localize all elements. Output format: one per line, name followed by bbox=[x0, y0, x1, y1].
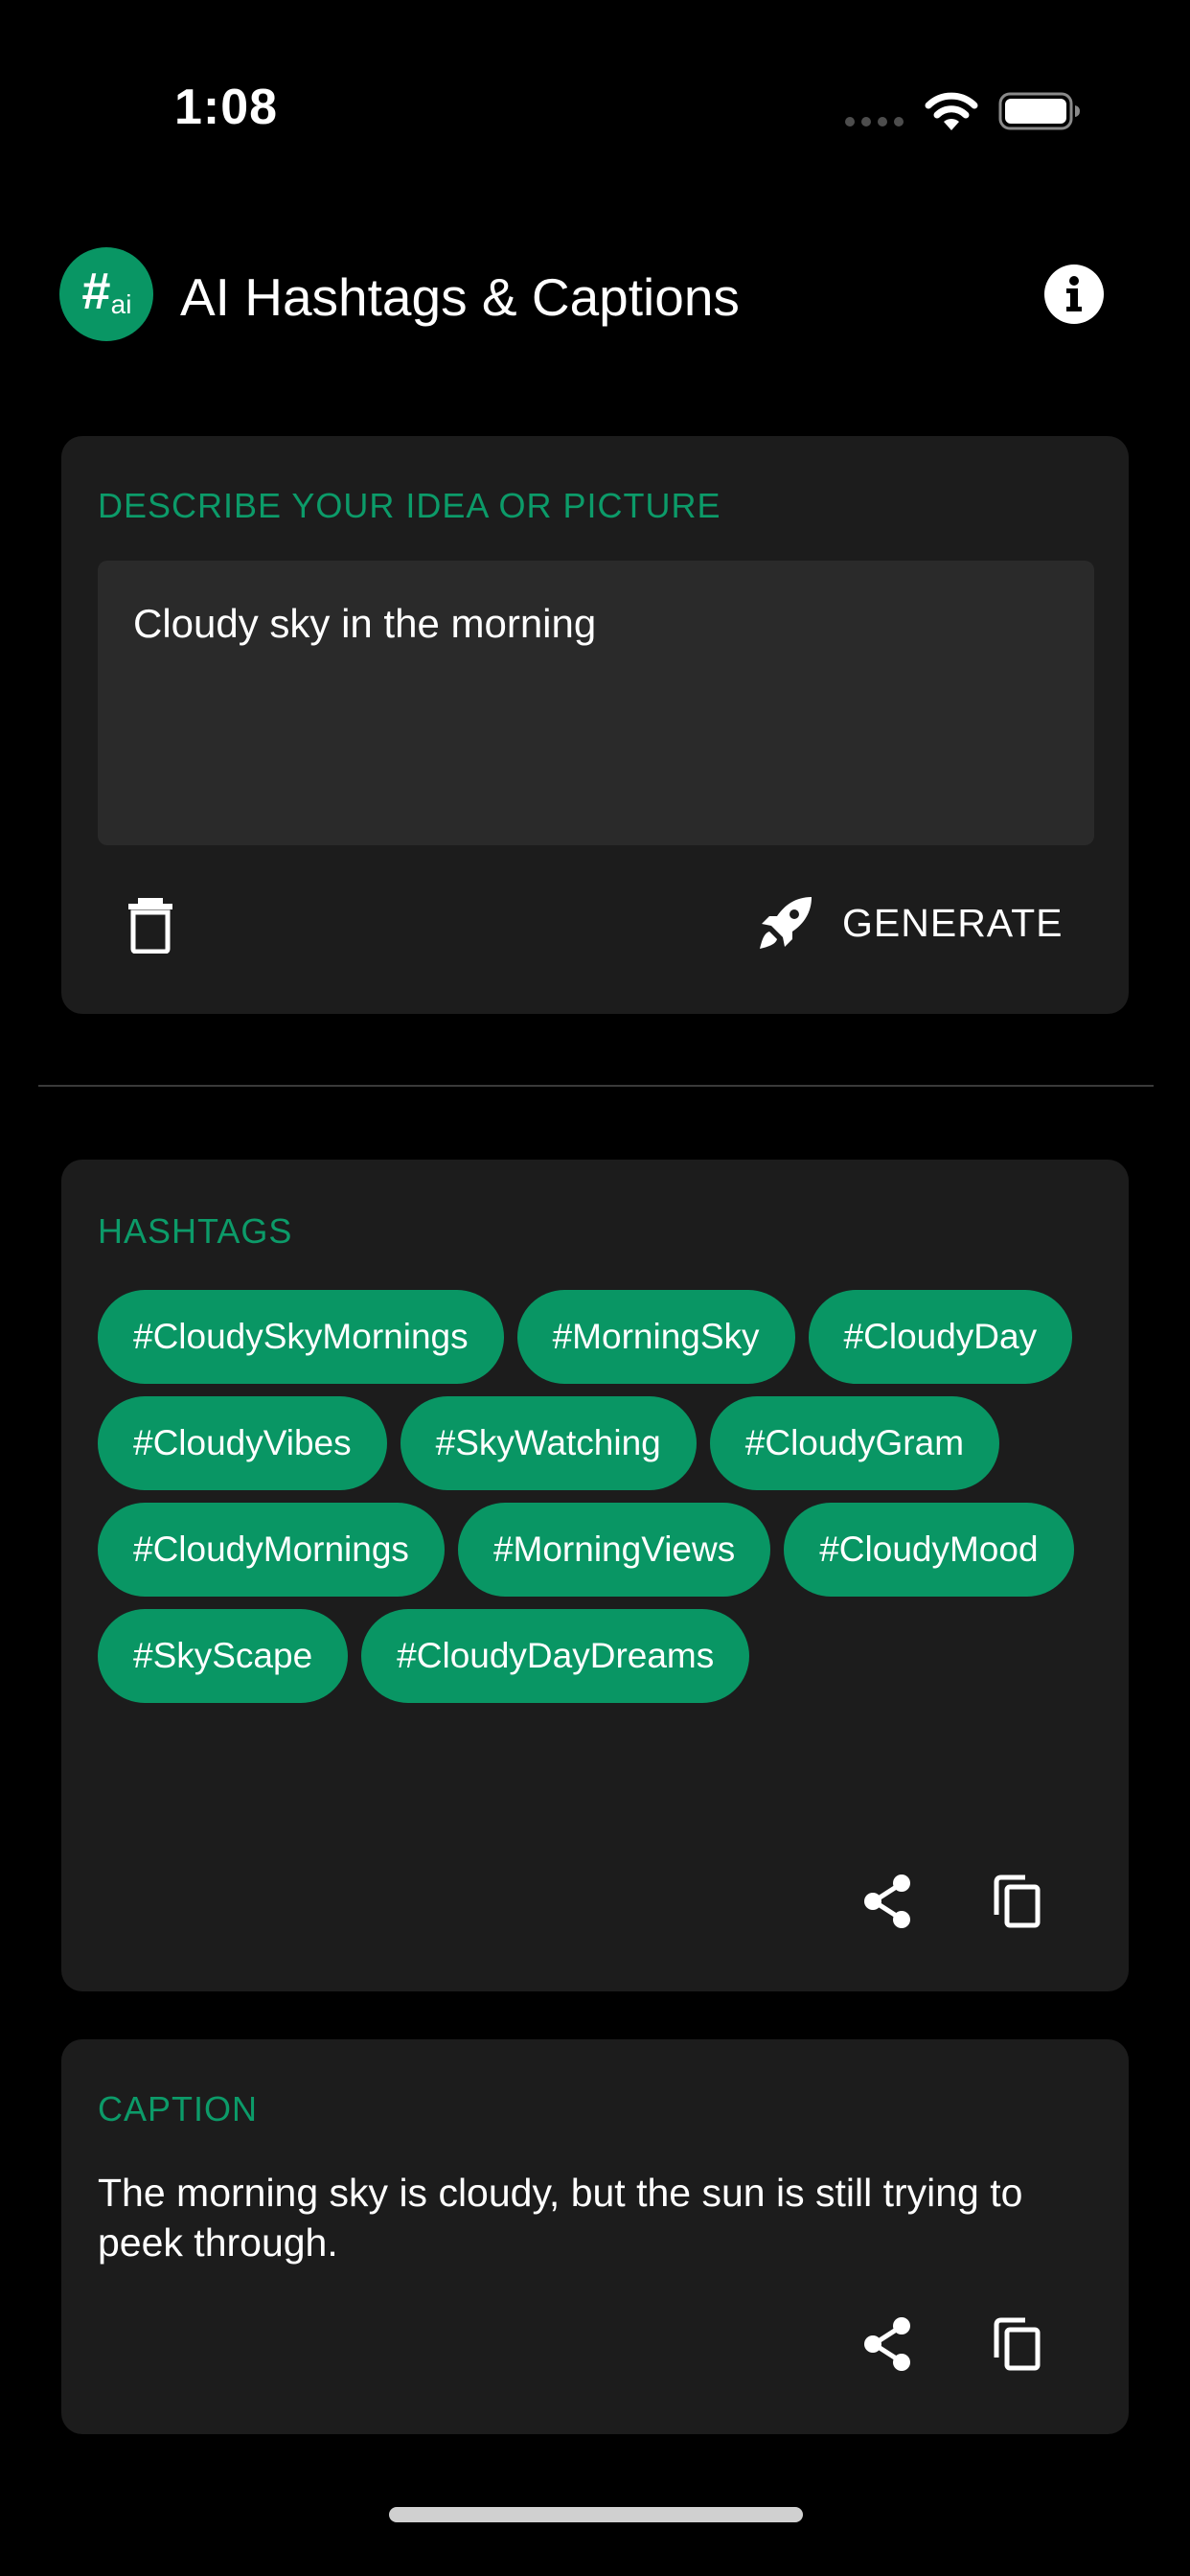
share-icon bbox=[864, 1874, 910, 1928]
hashtag-chip[interactable]: #SkyWatching bbox=[400, 1396, 697, 1490]
divider bbox=[38, 1085, 1154, 1087]
page-title: AI Hashtags & Captions bbox=[180, 267, 740, 327]
logo-hash: # bbox=[80, 263, 110, 320]
status-bar: 1:08 bbox=[0, 0, 1190, 144]
info-icon bbox=[1066, 276, 1082, 311]
info-button[interactable] bbox=[1044, 264, 1104, 324]
share-caption-button[interactable] bbox=[855, 2312, 920, 2377]
hashtag-chip[interactable]: #CloudyGram bbox=[709, 1396, 1000, 1490]
hashtag-chip[interactable]: #CloudyDay bbox=[808, 1290, 1073, 1384]
generate-label: GENERATE bbox=[842, 900, 1064, 945]
hashtag-list: #CloudySkyMornings #MorningSky #CloudyDa… bbox=[98, 1290, 1094, 1703]
battery-icon bbox=[998, 92, 1080, 130]
hashtag-chip[interactable]: #SkyScape bbox=[98, 1609, 349, 1703]
copy-icon bbox=[994, 2317, 1041, 2371]
home-indicator[interactable] bbox=[389, 2507, 803, 2522]
idea-input-label: DESCRIBE YOUR IDEA OR PICTURE bbox=[98, 486, 721, 525]
caption-text: The morning sky is cloudy, but the sun i… bbox=[98, 2171, 1023, 2265]
rocket-icon bbox=[760, 897, 812, 949]
hashtag-chip[interactable]: #CloudyDayDreams bbox=[361, 1609, 750, 1703]
trash-icon bbox=[128, 898, 172, 954]
cellular-signal-icon bbox=[845, 117, 904, 126]
copy-hashtags-button[interactable] bbox=[985, 1869, 1050, 1934]
share-icon bbox=[864, 2317, 910, 2371]
app-logo: # ai bbox=[59, 247, 153, 341]
delete-button[interactable] bbox=[125, 896, 176, 954]
generate-button[interactable]: GENERATE bbox=[758, 886, 1064, 959]
hashtag-chip[interactable]: #MorningSky bbox=[516, 1290, 795, 1384]
wifi-icon bbox=[925, 92, 978, 130]
hashtag-chip[interactable]: #CloudyMood bbox=[784, 1503, 1074, 1597]
caption-card: CAPTION The morning sky is cloudy, but t… bbox=[61, 2039, 1129, 2434]
copy-icon bbox=[994, 1874, 1041, 1928]
status-time: 1:08 bbox=[174, 80, 279, 135]
share-hashtags-button[interactable] bbox=[855, 1869, 920, 1934]
hashtag-chip[interactable]: #CloudyMornings bbox=[98, 1503, 445, 1597]
logo-suffix: ai bbox=[110, 289, 132, 319]
hashtag-chip[interactable]: #MorningViews bbox=[457, 1503, 771, 1597]
idea-input-card: DESCRIBE YOUR IDEA OR PICTURE Cloudy sky… bbox=[61, 436, 1129, 1014]
hashtags-card: HASHTAGS #CloudySkyMornings #MorningSky … bbox=[61, 1160, 1129, 1991]
hashtag-chip[interactable]: #CloudySkyMornings bbox=[98, 1290, 504, 1384]
hashtag-chip[interactable]: #CloudyVibes bbox=[98, 1396, 387, 1490]
caption-label: CAPTION bbox=[98, 2089, 259, 2128]
hashtags-label: HASHTAGS bbox=[98, 1211, 293, 1251]
copy-caption-button[interactable] bbox=[985, 2312, 1050, 2377]
idea-input[interactable]: Cloudy sky in the morning bbox=[98, 561, 1094, 845]
